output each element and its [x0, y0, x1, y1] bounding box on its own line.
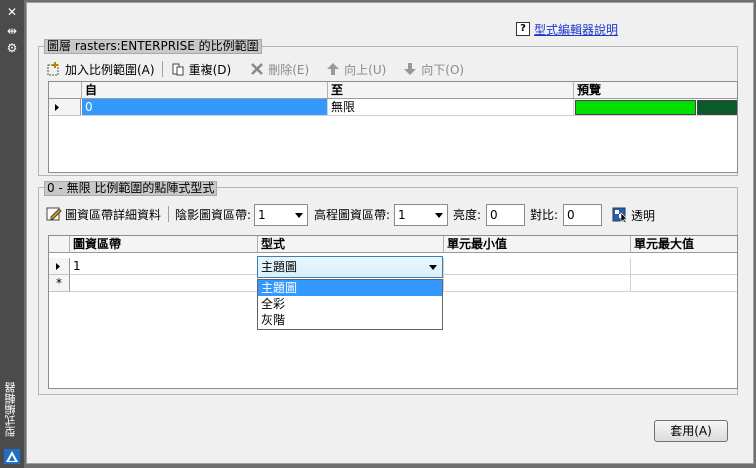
brightness-label: 亮度:: [453, 208, 482, 222]
transparency-icon: [612, 207, 628, 223]
column-header-style[interactable]: 型式: [258, 236, 444, 253]
brightness-input[interactable]: 0: [486, 204, 525, 226]
row-header[interactable]: [49, 258, 70, 275]
grid-corner: [49, 82, 82, 99]
move-down-label: 向下(O): [421, 62, 465, 77]
toolbar-separator: [161, 61, 163, 77]
add-scale-icon: [47, 62, 59, 76]
style-select-value: 主題圖: [261, 260, 298, 274]
elevation-band-label: 高程圖資區帶:: [314, 208, 391, 222]
cell-max[interactable]: [631, 258, 737, 275]
chevron-down-icon: [431, 205, 447, 225]
cell-to[interactable]: 無限: [328, 99, 574, 116]
style-option-full-color[interactable]: 全彩: [258, 296, 442, 312]
current-row-arrow-icon: [55, 104, 59, 111]
raster-style-toolbar: 圖資區帶詳細資料: [42, 204, 172, 224]
chevron-down-icon: [426, 257, 440, 277]
contrast-input[interactable]: 0: [563, 204, 602, 226]
elevation-band-select[interactable]: 1: [394, 204, 448, 226]
delete-icon: [251, 63, 264, 75]
column-header-cell-max[interactable]: 單元最大值: [631, 236, 737, 253]
new-cell-band[interactable]: [70, 275, 258, 292]
add-scale-range-button[interactable]: 加入比例範圍(A): [42, 59, 159, 79]
style-option-grayscale[interactable]: 灰階: [258, 312, 442, 328]
hillshade-band-select[interactable]: 1: [254, 204, 308, 226]
style-select[interactable]: 主題圖: [257, 256, 443, 278]
new-cell-max[interactable]: [631, 275, 737, 292]
duplicate-icon: [172, 63, 184, 76]
preview-color-1: [575, 100, 696, 115]
add-scale-range-label: 加入比例範圍(A): [65, 62, 155, 77]
column-header-cell-min[interactable]: 單元最小值: [444, 236, 631, 253]
palette-title: 型式編輯器: [4, 382, 17, 438]
cell-preview[interactable]: [574, 99, 737, 116]
toolbar-separator: [168, 206, 170, 222]
edit-icon: [46, 207, 62, 221]
arrow-down-icon: [404, 63, 417, 75]
properties-icon[interactable]: ⚙: [4, 41, 20, 55]
delete-label: 刪除(E): [268, 62, 310, 77]
contrast-label: 對比:: [530, 208, 559, 222]
elevation-band-value: 1: [398, 208, 406, 222]
help-link[interactable]: ? 型式編輯器說明: [516, 20, 618, 38]
raster-style-section-title: 0 - 無限 比例範圍的點陣式型式: [44, 181, 218, 196]
band-details-label: 圖資區帶詳細資料: [65, 207, 162, 222]
scale-range-grid: 自 至 預覽 0 無限: [48, 81, 738, 173]
palette-titlebar: ✕ ⇹ ⚙ 型式編輯器: [0, 0, 24, 468]
cell-from[interactable]: 0: [82, 99, 328, 116]
help-link-label[interactable]: 型式編輯器說明: [534, 21, 618, 38]
column-header-to[interactable]: 至: [328, 82, 574, 99]
chevron-down-icon: [291, 205, 307, 225]
move-up-button[interactable]: 向上(U): [321, 59, 390, 79]
new-cell-min[interactable]: [444, 275, 631, 292]
help-icon: ?: [516, 22, 530, 36]
column-header-from[interactable]: 自: [82, 82, 328, 99]
apply-button[interactable]: 套用(A): [654, 420, 728, 442]
row-header[interactable]: [49, 99, 81, 116]
cell-min[interactable]: [444, 258, 631, 275]
arrow-up-icon: [327, 63, 340, 75]
column-header-band[interactable]: 圖資區帶: [70, 236, 258, 253]
grid-corner: [49, 236, 70, 253]
style-option-thematic[interactable]: 主題圖: [258, 280, 442, 296]
close-icon[interactable]: ✕: [4, 5, 20, 19]
hillshade-band-value: 1: [258, 208, 266, 222]
hillshade-band-label: 陰影圖資區帶:: [175, 208, 252, 222]
preview-swatch: [575, 100, 737, 115]
duplicate-label: 重複(D): [188, 62, 232, 77]
move-down-button[interactable]: 向下(O): [398, 59, 468, 79]
move-up-label: 向上(U): [344, 62, 387, 77]
scale-range-section-title: 圖層 rasters:ENTERPRISE 的比例範圍: [44, 39, 262, 54]
column-header-preview[interactable]: 預覽: [574, 82, 737, 99]
cell-band[interactable]: 1: [70, 258, 258, 275]
autohide-icon[interactable]: ⇹: [4, 24, 20, 38]
transparency-label: 透明: [631, 208, 656, 223]
preview-color-2: [697, 100, 737, 115]
new-row-marker[interactable]: *: [49, 275, 70, 292]
band-details-button[interactable]: 圖資區帶詳細資料: [42, 204, 165, 224]
duplicate-button[interactable]: 重複(D): [166, 59, 236, 79]
delete-button[interactable]: 刪除(E): [245, 59, 313, 79]
style-dropdown-list: 主題圖 全彩 灰階: [257, 279, 443, 330]
app-logo-icon: [4, 449, 20, 464]
current-row-arrow-icon: [56, 263, 60, 270]
transparency-button[interactable]: 透明: [608, 205, 659, 225]
scale-range-toolbar: 加入比例範圍(A) 重複(D) 刪除(E) 向上(U) 向下(O): [42, 59, 468, 79]
